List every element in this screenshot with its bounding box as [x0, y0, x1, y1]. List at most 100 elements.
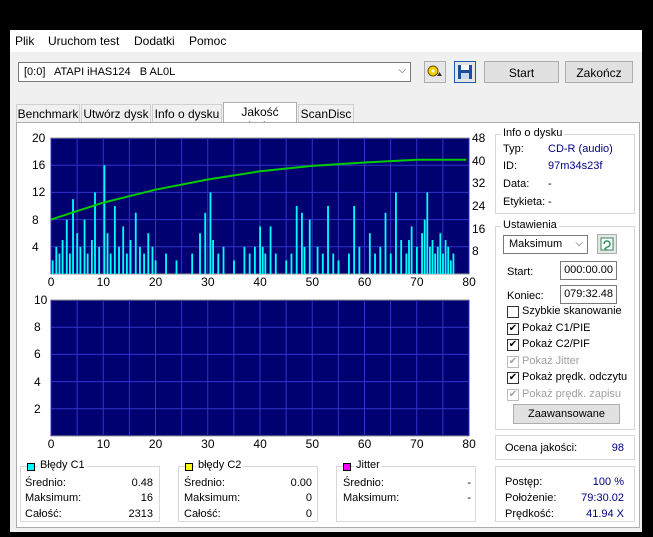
c1-bar [76, 233, 79, 274]
c1-y-right-tick: 24 [472, 199, 486, 213]
c1-x-tick: 80 [462, 275, 476, 289]
chevron-down-icon: ⌵ [398, 65, 406, 76]
tab-utworz-dysk[interactable]: Utwórz dysk [81, 104, 151, 123]
id-label: ID: [503, 160, 518, 172]
end-time-input[interactable]: 079:32.48 [560, 285, 617, 304]
c1-bar [175, 260, 178, 274]
jitter-stats-title: Jitter [354, 459, 382, 471]
c1-avg-label: Średnio: [25, 477, 66, 489]
c2-x-tick: 40 [253, 437, 267, 451]
c1-bar [204, 212, 207, 274]
c1-x-tick: 60 [357, 275, 372, 289]
date-label: Data: [503, 178, 530, 190]
refresh-button[interactable] [597, 234, 617, 254]
checkbox-label: Pokaż C2/PIF [522, 338, 590, 350]
c1-bar [79, 246, 82, 274]
start-button[interactable]: Start [484, 61, 559, 83]
c1-bar [426, 192, 429, 274]
drive-select[interactable]: [0:0] ATAPI iHAS124 B AL0L ⌵ [18, 62, 411, 82]
refresh-icon [600, 237, 614, 251]
c1-bar [209, 192, 212, 274]
c1-max-label: Maksimum: [25, 492, 82, 504]
checkbox[interactable] [507, 306, 519, 318]
c1-bar [337, 260, 340, 274]
c2-max-value: 0 [305, 492, 312, 504]
c1-bar [129, 240, 132, 274]
c1-bar [301, 212, 303, 274]
close-button[interactable]: Zakończ [565, 61, 633, 83]
tab-info-o-dysku[interactable]: Info o dysku [152, 104, 222, 123]
c1-bar [447, 246, 450, 274]
save-button[interactable] [454, 61, 476, 83]
c1-x-tick: 30 [201, 275, 215, 289]
checkbox[interactable]: ✔ [507, 339, 519, 351]
checkbox: ✔ [507, 388, 519, 401]
c1-bar [118, 246, 120, 274]
jitter-max-label: Maksimum: [343, 492, 400, 504]
c2-y-tick: 8 [34, 320, 41, 335]
c2-x-tick: 50 [305, 437, 319, 451]
menu-dodatki[interactable]: Dodatki [134, 34, 175, 48]
checkbox-label: Pokaż prędk. odczytu [522, 371, 628, 383]
etykieta-label: Etykieta: [503, 196, 546, 208]
c1-bar [212, 240, 214, 274]
c1-bar [217, 253, 220, 274]
checkbox-label: Pokaż prędk. zapisu [522, 387, 622, 400]
menu-pomoc[interactable]: Pomoc [189, 34, 226, 48]
c1-bar [444, 240, 447, 274]
chevron-down-icon: ⌵ [575, 238, 583, 249]
c1-bar [147, 233, 150, 274]
c1-bar [368, 233, 371, 274]
c1-bar [113, 206, 116, 274]
c1-bar [400, 240, 403, 274]
c1-bar [65, 219, 68, 274]
c2-max-label: Maksimum: [184, 492, 241, 504]
c1-bar [86, 253, 89, 274]
floppy-disk-icon [458, 65, 472, 79]
checkbox[interactable]: ✔ [507, 322, 519, 335]
c2-x-tick: 30 [201, 437, 215, 451]
c1-y-right-tick: 16 [472, 221, 486, 236]
c1-bar [321, 253, 324, 274]
checkbox-label: Pokaż Jitter [522, 354, 580, 367]
c1-y-tick: 20 [32, 131, 46, 145]
c1-bar [332, 253, 335, 274]
c1-bar [429, 246, 431, 274]
c1-bar [434, 253, 437, 274]
menu-plik[interactable]: Plik [15, 34, 34, 48]
c1-bar [151, 246, 154, 274]
c1-bar [264, 253, 267, 274]
start-time-input[interactable]: 000:00.00 [560, 261, 617, 280]
checkbox[interactable]: ✔ [507, 372, 519, 384]
c1-bar [449, 260, 452, 274]
checkbox-label: Pokaż C1/PIE [522, 321, 591, 334]
menu-uruchom-test[interactable]: Uruchom test [48, 34, 119, 48]
speed-select[interactable]: Maksimum ⌵ [503, 235, 588, 254]
c1-bar [55, 246, 58, 274]
c1-bar [295, 206, 298, 274]
c1-bar [274, 253, 277, 274]
c1-x-tick: 20 [148, 275, 163, 289]
c1-bar [308, 219, 311, 274]
c1-bar [384, 212, 387, 274]
tab-benchmark[interactable]: Benchmark [16, 104, 80, 123]
speed-select-value: Maksimum [509, 238, 563, 250]
c2-x-tick: 0 [47, 437, 55, 451]
c1-y-right-tick: 48 [472, 131, 486, 145]
eject-button[interactable] [424, 61, 446, 83]
c1-bar [106, 233, 109, 274]
advanced-button[interactable]: Zaawansowane [513, 404, 620, 424]
tab-jakosc-dysku[interactable]: Jakość dysku [223, 102, 297, 133]
c1-bar [233, 260, 235, 274]
c1-x-tick: 0 [47, 275, 55, 289]
c1-bar [269, 226, 272, 274]
tab-scandisc[interactable]: ScanDisc [298, 104, 354, 123]
c1-bar [316, 246, 319, 274]
c1-bar [439, 233, 442, 274]
type-label: Typ: [503, 143, 524, 155]
c1-y-tick: 12 [32, 185, 46, 200]
c1-x-tick: 50 [305, 275, 319, 289]
info-title: Info o dysku [501, 127, 565, 139]
c1-bar [134, 212, 137, 274]
c1-bar [442, 253, 444, 274]
